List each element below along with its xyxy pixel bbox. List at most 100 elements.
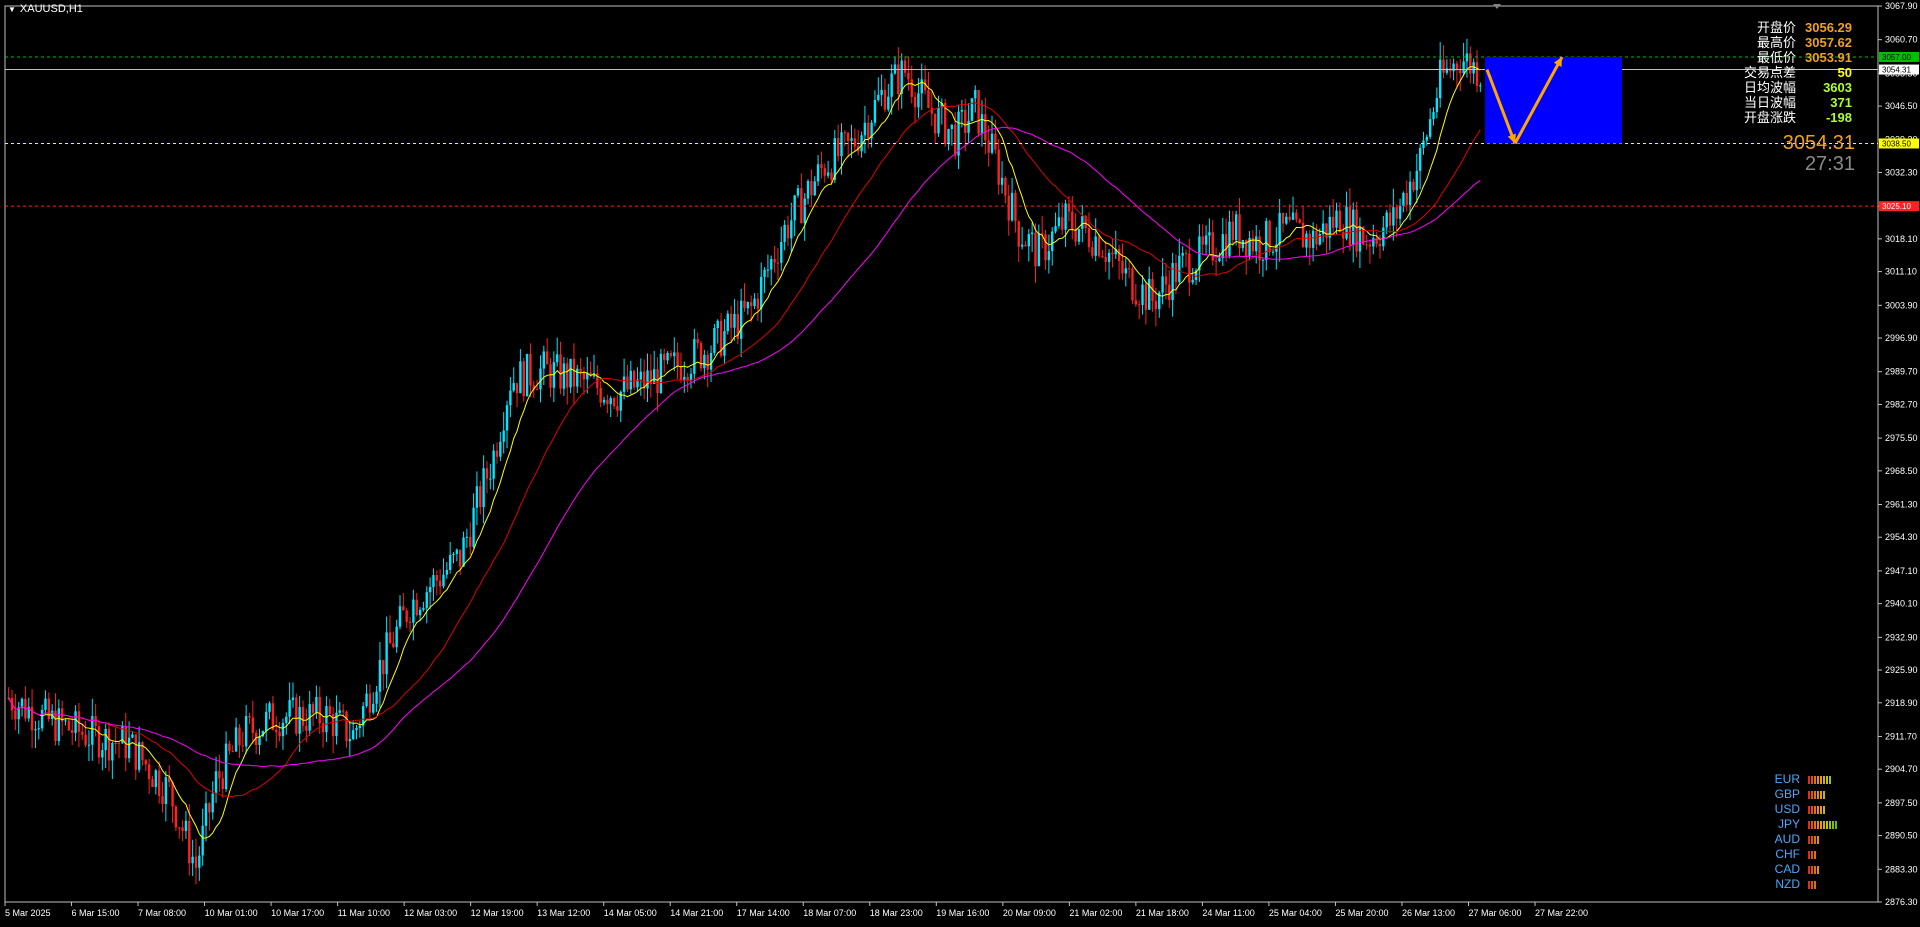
candle-body — [1097, 236, 1101, 256]
candle-body — [1241, 239, 1245, 249]
candle-body — [1154, 301, 1158, 310]
x-tick-label: 6 Mar 15:00 — [72, 908, 120, 918]
candle-body — [509, 390, 512, 406]
stat-value: 3057.62 — [1805, 35, 1852, 50]
candle-body — [666, 352, 669, 361]
chart-window[interactable]: 3067.903060.703053.503046.503039.303032.… — [0, 0, 1920, 927]
candle-body — [639, 371, 643, 380]
strength-bar — [1817, 835, 1819, 844]
candle-body — [519, 361, 522, 394]
candle-body — [275, 729, 278, 733]
candle-body — [20, 698, 24, 708]
candle-body — [1295, 212, 1298, 220]
stat-row: 当日波幅 371 — [1744, 95, 1852, 110]
candle-body — [392, 643, 395, 648]
candle-body — [1415, 170, 1418, 191]
candle-body — [1378, 243, 1382, 247]
candle-body — [883, 89, 887, 110]
stat-label: 最高价 — [1756, 35, 1796, 50]
y-tick-label: 2890.50 — [1885, 831, 1918, 841]
candle-body — [1057, 217, 1061, 227]
candle-body — [1020, 244, 1024, 247]
stat-row: 交易点差 50 — [1744, 65, 1852, 80]
candle-body — [1107, 252, 1111, 262]
x-tick-label: 19 Mar 16:00 — [936, 908, 989, 918]
candle-body — [525, 353, 529, 397]
price-chart[interactable]: 3067.903060.703053.503046.503039.303032.… — [0, 0, 1920, 927]
y-tick-label: 2996.90 — [1885, 333, 1918, 343]
candle-body — [161, 795, 164, 805]
candle-body — [151, 779, 154, 787]
candle-body — [462, 537, 465, 567]
candle-body — [204, 803, 208, 826]
candle-body — [178, 827, 181, 829]
candle-body — [1204, 235, 1208, 245]
candle-body — [836, 138, 840, 157]
candle-body — [71, 730, 74, 733]
candle-body — [442, 574, 445, 587]
candle-body — [810, 181, 813, 196]
candle-body — [221, 778, 224, 789]
x-tick-label: 12 Mar 03:00 — [404, 908, 457, 918]
x-tick-label: 20 Mar 09:00 — [1003, 908, 1056, 918]
candle-body — [311, 704, 315, 713]
candle-body — [693, 339, 696, 374]
candle-body — [1352, 209, 1355, 245]
candle-body — [566, 363, 569, 388]
candle-body — [44, 698, 47, 710]
strength-bars — [1808, 775, 1831, 784]
candle-body — [97, 726, 101, 758]
candle-body — [1218, 258, 1221, 262]
candle-body — [1004, 177, 1007, 196]
candle-body — [987, 140, 990, 153]
candle-body — [194, 856, 198, 868]
stat-label: 日均波幅 — [1743, 80, 1796, 95]
candle-body — [271, 703, 275, 730]
price-level-tag-text: 3054.31 — [1882, 66, 1911, 75]
candle-body — [57, 708, 61, 742]
candle-body — [1469, 53, 1472, 74]
candle-body — [285, 716, 288, 723]
candle-body — [1385, 212, 1388, 228]
candle-body — [1124, 268, 1127, 274]
price-level-tag-text: 3057.00 — [1882, 53, 1911, 62]
strength-bars — [1808, 790, 1825, 799]
candle-body — [773, 259, 776, 263]
candle-body — [499, 441, 502, 457]
candle-body — [101, 750, 104, 758]
candle-body — [1034, 232, 1037, 267]
candle-body — [325, 706, 328, 733]
candle-body — [716, 320, 719, 329]
candle-body — [395, 626, 398, 648]
candle-body — [977, 90, 980, 134]
candle-body — [652, 369, 656, 384]
y-tick-label: 3011.10 — [1885, 267, 1917, 277]
strength-bar — [1808, 790, 1810, 799]
candle-body — [512, 383, 515, 391]
candle-body — [1111, 252, 1114, 255]
candle-body — [1014, 192, 1017, 222]
candle-body — [1000, 177, 1004, 185]
x-tick-label: 24 Mar 11:00 — [1202, 908, 1254, 918]
candle-body — [1432, 112, 1435, 120]
strength-bar — [1823, 790, 1825, 799]
candle-body — [1061, 217, 1064, 230]
currency-row: AUD — [1768, 832, 1837, 847]
candle-body — [947, 129, 950, 144]
candle-body — [749, 301, 753, 307]
dropdown-triangle-icon[interactable]: ▼ — [8, 5, 16, 14]
candle-body — [84, 734, 87, 745]
candle-body — [428, 587, 432, 593]
y-tick-label: 2897.50 — [1885, 798, 1918, 808]
candle-body — [669, 352, 673, 357]
candle-body — [1428, 119, 1432, 137]
x-tick-label: 18 Mar 07:00 — [803, 908, 856, 918]
candle-body — [147, 764, 151, 780]
candle-body — [696, 339, 699, 344]
stat-value: 3603 — [1823, 80, 1852, 95]
candle-body — [211, 793, 214, 813]
candle-body — [1228, 221, 1231, 256]
candle-body — [1365, 244, 1368, 246]
candle-body — [1231, 221, 1235, 241]
x-tick-label: 21 Mar 02:00 — [1069, 908, 1122, 918]
